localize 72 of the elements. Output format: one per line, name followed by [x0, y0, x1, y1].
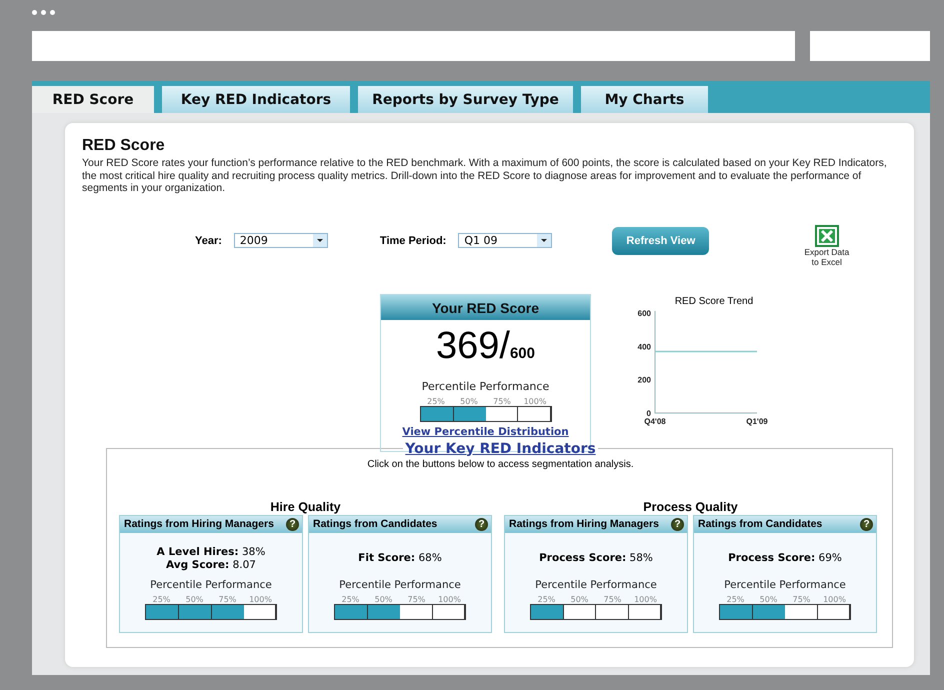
card-title: Ratings from Candidates [313, 518, 438, 530]
caption-text: Percentile Performance [339, 578, 461, 590]
tick-label: 50% [374, 594, 394, 604]
help-icon[interactable]: ? [475, 518, 488, 530]
tick-label: 100% [248, 594, 273, 604]
indicator-card[interactable]: Ratings from Candidates ? Process Score: 69% Percentile Performance 25% 50% 75% 100% [693, 514, 877, 632]
axis-tick-label: 0 [646, 408, 651, 418]
axis-tick-label: 400 [638, 342, 651, 351]
filter-label: Time Period: [380, 234, 446, 246]
filter-select[interactable]: Q1 09 [458, 233, 552, 248]
tick-label: 100% [822, 594, 847, 604]
tab[interactable]: Key RED Indicators [162, 86, 350, 113]
caption-text: Percentile Performance [724, 578, 846, 590]
metric-text: A Level Hires: 38% [156, 546, 266, 558]
tick-label: 25% [152, 594, 172, 604]
tick-label: 100% [437, 594, 462, 604]
spreadsheet-icon[interactable] [814, 224, 839, 246]
card-title: Ratings from Hiring Managers [124, 518, 274, 530]
export-label[interactable]: Export Data to Excel [804, 246, 850, 266]
caption-text: Percentile Performance [150, 578, 272, 590]
tick-label: 75% [602, 594, 622, 604]
score-value: 369/600 [436, 326, 535, 368]
tab[interactable]: Reports by Survey Type [358, 86, 573, 113]
tick-label: 75% [218, 594, 238, 604]
chart-title: RED Score Trend [674, 296, 754, 306]
tab[interactable]: My Charts [581, 86, 708, 113]
help-icon[interactable]: ? [860, 518, 873, 530]
indicator-card[interactable]: Ratings from Hiring Managers ? A Level Hires: 38% Avg Score: 8.07 Percentile Performance 25% 50% 75% 100% [119, 514, 303, 632]
page-title: RED Score [82, 137, 166, 155]
caption-text: Percentile Performance [535, 578, 657, 590]
group-title: Process Quality [643, 500, 738, 514]
tick-label: 50% [570, 594, 590, 604]
tick-label: 25% [536, 594, 556, 604]
filter-label: Year: [195, 234, 222, 246]
tick-label: 75% [406, 594, 426, 604]
metric-text: Fit Score: 68% [358, 552, 442, 565]
tick-label: 75% [492, 396, 512, 406]
indicators-link[interactable]: Your Key RED Indicators [405, 440, 596, 456]
address-bar[interactable] [32, 31, 795, 61]
tick-label: 100% [522, 396, 548, 406]
tick-label: 50% [184, 594, 204, 604]
hint-text: Click on the buttons below to access segmentation analysis. [366, 458, 635, 470]
caret-icon [312, 234, 327, 247]
axis-tick-label: 200 [638, 375, 651, 384]
card-title: Ratings from Hiring Managers [509, 518, 659, 530]
group-title: Hire Quality [270, 500, 341, 514]
axis-tick-label: Q4'08 [644, 416, 666, 426]
metric-text: Process Score: 69% [728, 552, 842, 565]
indicator-card[interactable]: Ratings from Hiring Managers ? Process Score: 58% Percentile Performance 25% 50% 75% 100% [504, 514, 688, 632]
help-icon[interactable]: ? [286, 518, 299, 530]
tick-label: 50% [758, 594, 778, 604]
tab[interactable]: RED Score [32, 86, 154, 113]
axis-tick-label: 600 [638, 308, 651, 318]
tick-label: 50% [459, 396, 479, 406]
tick-label: 25% [726, 594, 746, 604]
axis-tick-label: Q1'09 [746, 416, 768, 426]
filter-select[interactable]: 2009 [234, 233, 328, 248]
caret-icon [537, 234, 552, 247]
tick-label: 100% [633, 594, 658, 604]
tick-label: 25% [340, 594, 360, 604]
tick-label: 75% [792, 594, 812, 604]
distribution-link[interactable]: View Percentile Distribution [402, 426, 569, 438]
help-icon[interactable]: ? [671, 518, 684, 530]
caption-text: Percentile Performance [422, 380, 550, 392]
indicator-card[interactable]: Ratings from Candidates ? Fit Score: 68% Percentile Performance 25% 50% 75% 100% [308, 514, 492, 632]
description-text: Your RED Score rates your function’s performance relative to the RED benchmark. With a maximum of 600 points, the score is calculated based on your Key RED Indicators, the most critical hire quality and recruiting process quality metrics. Drill-down into the RED Score to diagnose areas for improvement and to evaluate the performance of segments in your organization. [82, 157, 888, 194]
metric-text: Avg Score: 8.07 [164, 558, 257, 572]
card-title: Ratings from Candidates [698, 518, 822, 530]
metric-text: Process Score: 58% [539, 552, 653, 565]
panel-header: Your RED Score [381, 294, 590, 320]
tick-label: 25% [426, 396, 446, 406]
search-field[interactable] [810, 31, 930, 61]
